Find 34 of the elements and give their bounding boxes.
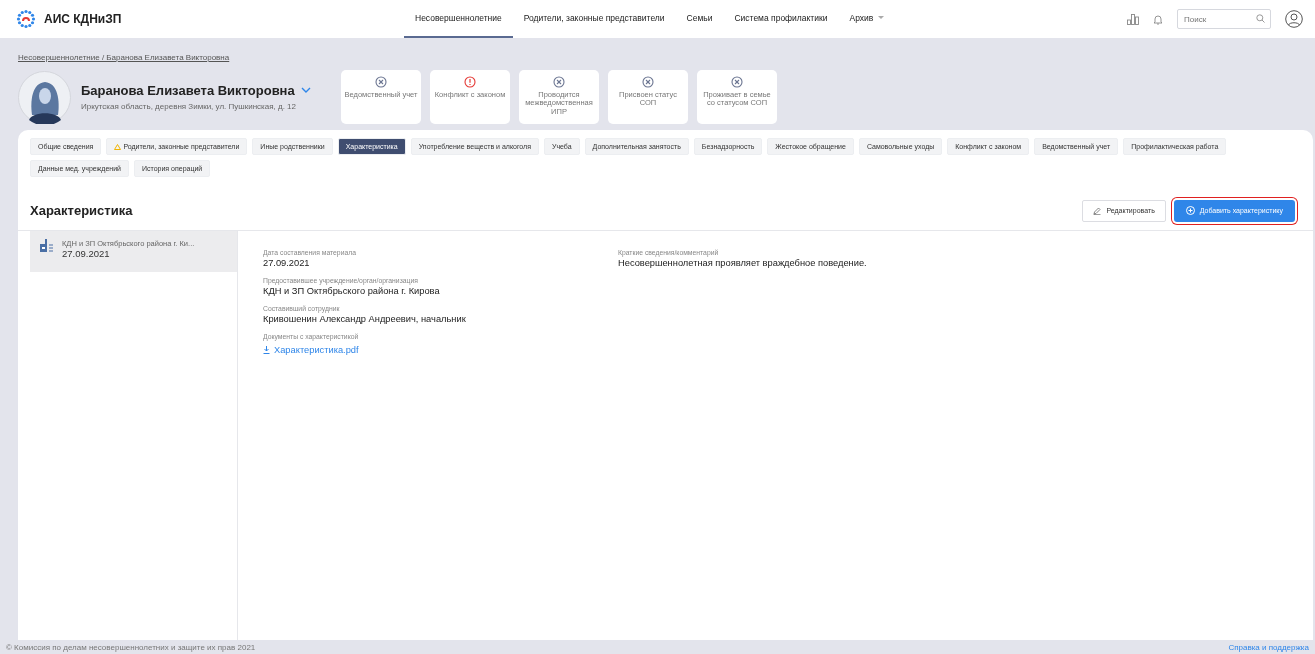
nav-tab[interactable]: Несовершеннолетние: [404, 0, 513, 38]
person-address: Иркутская область, деревня Зимки, ул. Пушкинская, д. 12: [81, 101, 297, 112]
plus-circle-icon: [1185, 206, 1195, 215]
logo-icon: [16, 9, 36, 29]
record-date: 27.09.2021: [62, 248, 111, 259]
bell-icon[interactable]: [1153, 13, 1163, 25]
nav-tab[interactable]: Архив: [838, 0, 896, 38]
bar-chart-icon[interactable]: [1127, 13, 1139, 25]
chevron-down-icon[interactable]: [300, 87, 311, 94]
document-icon: [40, 239, 54, 253]
x-circle-icon: [553, 76, 565, 88]
field-value: Кривошенин Александр Андреевич, начальник: [263, 314, 467, 324]
search-icon: [1256, 14, 1265, 23]
download-icon: [263, 346, 270, 354]
field-value: 27.09.2021: [263, 258, 311, 268]
person-name: Баранова Елизавета Викторовна: [81, 82, 295, 98]
breadcrumb-link[interactable]: Несовершеннолетние / Баранова Елизавета Викторовна: [18, 53, 230, 62]
pencil-icon: [1093, 206, 1102, 215]
x-circle-icon: [375, 76, 387, 88]
nav-tab[interactable]: Родители, законные представители: [512, 0, 676, 38]
copyright-text: © Комиссия по делам несовершеннолетних и защите их прав 2021: [6, 642, 256, 652]
file-link[interactable]: Характеристика.pdf: [263, 345, 359, 355]
field-value: КДН и ЗП Октябрьского района г. Кирова: [263, 286, 441, 296]
field-value: Несовершеннолетная проявляет враждебное поведение.: [618, 258, 868, 268]
exclamation-circle-icon: [464, 76, 476, 88]
x-circle-icon: [731, 76, 743, 88]
nav-tab[interactable]: Семьи: [675, 0, 724, 38]
user-icon[interactable]: [1285, 10, 1303, 28]
search-field[interactable]: Поиск: [1177, 9, 1271, 29]
app-title: АИС КДНиЗП: [44, 12, 122, 26]
x-circle-icon: [642, 76, 654, 88]
section-title: Характеристика: [30, 203, 134, 218]
avatar-icon: [18, 70, 71, 124]
nav-tab[interactable]: Система профилактики: [723, 0, 839, 38]
